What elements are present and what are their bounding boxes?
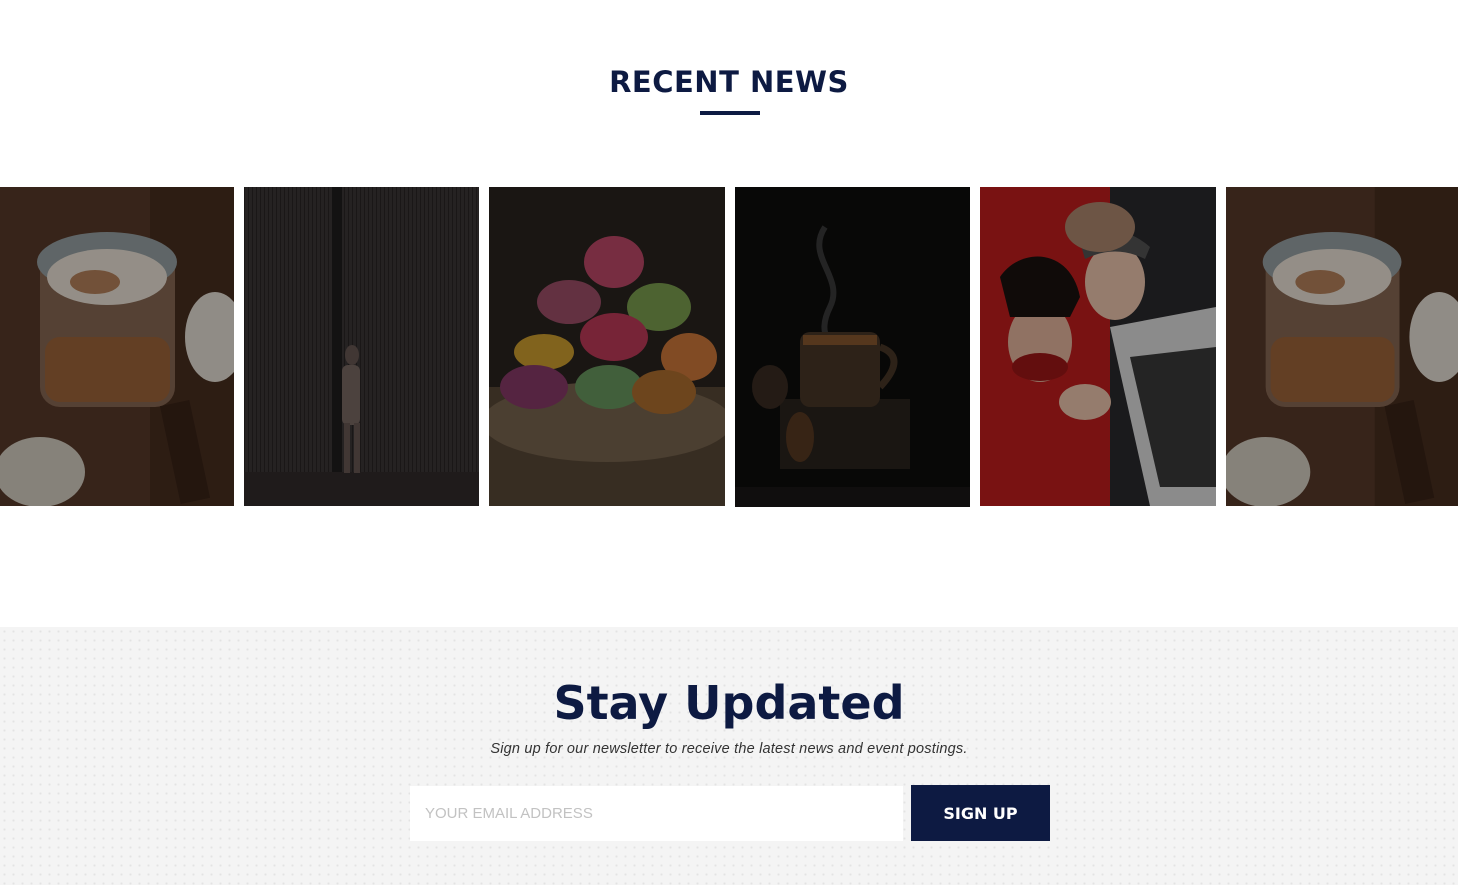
title-underline: [700, 111, 760, 115]
image-overlay: [1226, 187, 1458, 506]
image-overlay: [244, 187, 479, 506]
sign-up-button[interactable]: SIGN UP: [911, 785, 1050, 841]
image-overlay: [980, 187, 1216, 506]
newsletter-subtitle: Sign up for our newsletter to receive th…: [490, 741, 968, 757]
image-overlay: [735, 187, 970, 507]
recent-news-title: RECENT NEWS: [609, 65, 849, 99]
news-card[interactable]: [489, 187, 725, 506]
newsletter-section: Stay Updated Sign up for our newsletter …: [0, 627, 1458, 885]
news-card[interactable]: [0, 187, 234, 506]
news-card[interactable]: [1226, 187, 1458, 506]
news-card[interactable]: [244, 187, 479, 506]
image-overlay: [0, 187, 234, 506]
page: RECENT NEWS Stay Updated Sign up for our…: [0, 0, 1458, 885]
news-card[interactable]: [735, 187, 970, 507]
news-card[interactable]: [980, 187, 1216, 506]
image-overlay: [489, 187, 725, 506]
email-input[interactable]: [410, 786, 903, 841]
newsletter-title: Stay Updated: [553, 676, 905, 730]
news-carousel[interactable]: [0, 187, 1458, 507]
recent-news-section: RECENT NEWS: [0, 0, 1458, 627]
